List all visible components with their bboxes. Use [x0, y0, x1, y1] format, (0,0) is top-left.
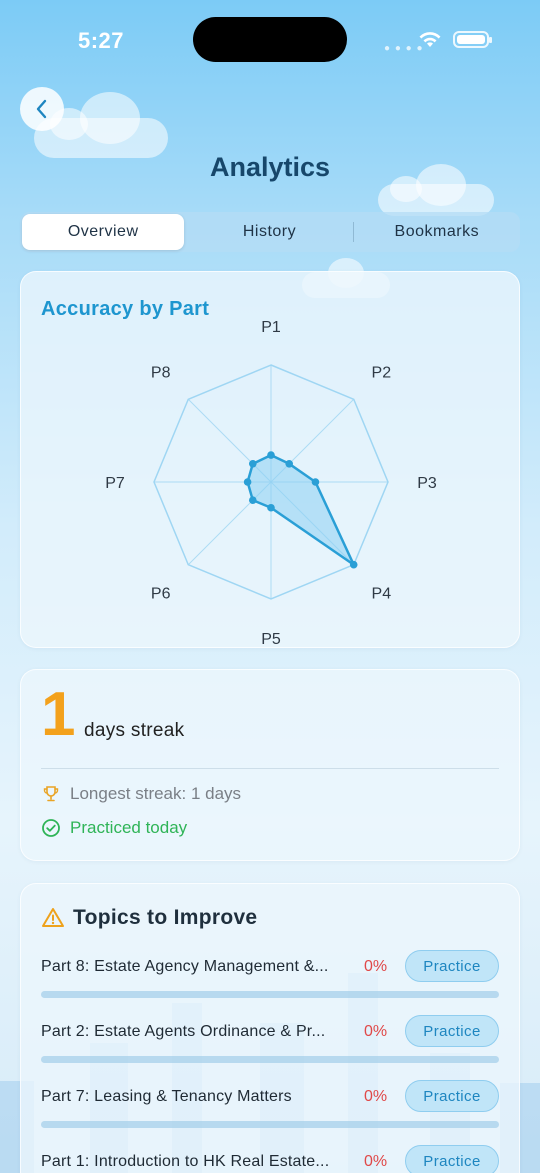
page-title: Analytics — [209, 152, 331, 182]
longest-streak-row: Longest streak: 1 days — [41, 784, 241, 804]
radar-axis-label: P4 — [372, 585, 392, 602]
topic-row: Part 7: Leasing & Tenancy Matters 0% Pra… — [41, 1080, 501, 1130]
streak-count: 1 — [41, 680, 76, 749]
practice-button[interactable]: Practice — [405, 950, 499, 982]
radar-axis-label: P6 — [151, 585, 171, 602]
topics-card: Topics to Improve Part 8: Estate Agency … — [20, 883, 520, 1173]
radar-data-point — [349, 560, 358, 569]
radar-chart: P1 P2 P3 P4 P5 P6 P7 P8 — [105, 319, 437, 648]
radar-data-point — [243, 478, 252, 486]
radar-data-point — [267, 451, 275, 459]
wifi-icon — [419, 32, 441, 47]
topics-title: Topics to Improve — [73, 906, 258, 929]
radar-axis-label: P2 — [372, 365, 392, 382]
topic-name: Part 2: Estate Agents Ordinance & Pr... — [41, 1023, 326, 1040]
practice-button[interactable]: Practice — [405, 1080, 499, 1112]
battery-icon — [453, 31, 492, 48]
practiced-today-row: Practiced today — [41, 818, 187, 838]
radar-axis-label: P8 — [151, 365, 171, 382]
longest-streak-text: Longest streak: 1 days — [70, 784, 242, 803]
topics-header: Topics to Improve — [41, 906, 257, 930]
dynamic-island — [193, 17, 347, 62]
streak-card: 1 days streak Longest streak: 1 days Pra… — [20, 669, 520, 861]
divider — [41, 768, 499, 769]
radar-data-point — [285, 459, 294, 468]
tab-history[interactable]: History — [188, 214, 350, 250]
accuracy-card: Accuracy by Part P1 P2 P3 P4 P5 P6 P7 P8 — [20, 271, 520, 648]
tab-bookmarks[interactable]: Bookmarks — [356, 214, 518, 250]
topic-row: Part 8: Estate Agency Management &... 0%… — [41, 950, 501, 1000]
chevron-left-icon — [36, 99, 47, 119]
status-time: 5:27 — [78, 28, 125, 53]
radar-axis-label: P7 — [105, 475, 125, 492]
check-circle-icon — [41, 818, 61, 838]
streak-label: days streak — [84, 720, 185, 741]
topic-progress-bar — [41, 1056, 499, 1063]
topic-percent: 0% — [364, 1153, 388, 1170]
radar-data-point — [311, 478, 320, 486]
topic-row: Part 2: Estate Agents Ordinance & Pr... … — [41, 1015, 501, 1065]
topic-percent: 0% — [364, 1088, 388, 1105]
topic-name: Part 1: Introduction to HK Real Estate..… — [41, 1153, 330, 1170]
practice-button[interactable]: Practice — [405, 1145, 499, 1173]
radar-data-point — [248, 459, 257, 468]
warning-icon — [42, 908, 64, 927]
topic-name: Part 7: Leasing & Tenancy Matters — [41, 1088, 292, 1105]
status-bar: 5:27 ● ● ● ● — [0, 0, 540, 80]
trophy-icon — [41, 784, 61, 804]
tab-divider — [352, 222, 354, 242]
topic-percent: 0% — [364, 1023, 388, 1040]
topic-progress-bar — [41, 1121, 499, 1128]
tab-overview[interactable]: Overview — [22, 214, 185, 250]
radar-data-point — [248, 496, 257, 505]
practice-button[interactable]: Practice — [405, 1015, 499, 1047]
topic-progress-bar — [41, 991, 499, 998]
radar-axis-label: P3 — [417, 475, 437, 492]
radar-axis-label: P1 — [261, 319, 281, 336]
radar-series-area — [246, 453, 355, 566]
radar-data-point — [267, 503, 275, 512]
topic-percent: 0% — [364, 958, 388, 975]
back-button[interactable] — [20, 87, 64, 131]
radar-axis-label: P5 — [261, 631, 281, 648]
topic-row: Part 1: Introduction to HK Real Estate..… — [41, 1145, 501, 1173]
practiced-today-text: Practiced today — [70, 818, 188, 837]
topic-name: Part 8: Estate Agency Management &... — [41, 958, 329, 975]
segmented-tabs: Overview History Bookmarks — [20, 212, 520, 252]
